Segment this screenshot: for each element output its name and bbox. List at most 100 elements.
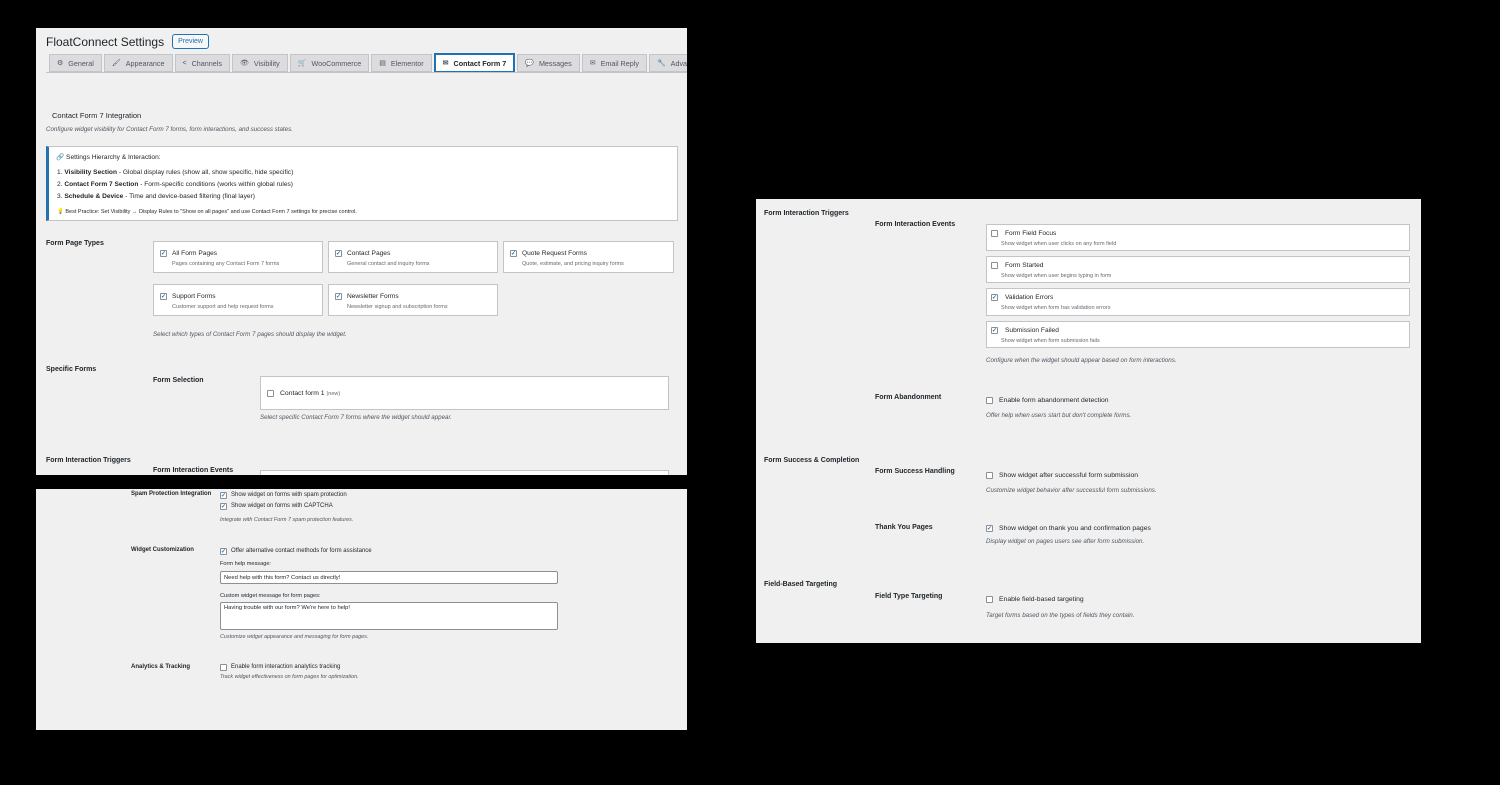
event-form-field-focus[interactable]: Form Field Focus Show widget when user c…	[986, 224, 1410, 251]
alternative-contact-label: Offer alternative contact methods for fo…	[231, 548, 372, 554]
option-all-form-pages[interactable]: ✓ All Form Pages Pages containing any Co…	[153, 241, 323, 273]
checkbox-abandonment[interactable]	[986, 397, 993, 404]
checkbox[interactable]: ✓	[160, 250, 167, 257]
tab-label: Email Reply	[600, 58, 639, 68]
checkbox[interactable]	[991, 230, 998, 237]
tab-label: Elementor	[390, 58, 424, 68]
tab-label: Channels	[191, 58, 222, 68]
checkbox-field-targeting[interactable]	[986, 596, 993, 603]
checkbox-captcha[interactable]: ✓	[220, 503, 227, 510]
tab-general[interactable]: ⚙ General	[49, 54, 102, 72]
tab-label: Messages	[538, 58, 572, 68]
option-title: Quote Request Forms	[522, 250, 587, 257]
tab-woocommerce[interactable]: 🛒 WooCommerce	[289, 54, 370, 72]
chat-icon: 💬	[525, 60, 534, 67]
brush-icon: 🖌	[111, 60, 121, 67]
tab-advanced[interactable]: 🔧 Advanced	[648, 54, 687, 72]
event-validation-errors[interactable]: ✓ Validation Errors Show widget when for…	[986, 288, 1410, 316]
option-title: Contact Pages	[347, 250, 391, 257]
option-desc: Customer support and help request forms	[172, 304, 274, 310]
checkbox-analytics[interactable]	[220, 664, 227, 671]
option-desc: Newsletter signup and subscription forms	[347, 304, 448, 310]
success-help: Customize widget behavior after successf…	[986, 487, 1157, 494]
checkbox-thank-you[interactable]: ✓	[986, 525, 993, 532]
hierarchy-item: 1. Visibility Section - Global display r…	[57, 169, 294, 176]
option-contact-pages[interactable]: ✓ Contact Pages General contact and inqu…	[328, 241, 498, 273]
form-success-handling-label: Form Success Handling	[875, 468, 955, 475]
option-desc: General contact and inquiry forms	[347, 261, 430, 267]
event-card-partial	[260, 470, 669, 475]
custom-widget-message-label: Custom widget message for form pages:	[220, 593, 321, 599]
form-interaction-triggers-label: Form Interaction Triggers	[46, 457, 131, 464]
customization-help: Customize widget appearance and messagin…	[220, 634, 369, 640]
hierarchy-item: 3. Schedule & Device - Time and device-b…	[57, 193, 255, 200]
section-title: Contact Form 7 Integration	[52, 111, 142, 120]
event-form-started[interactable]: Form Started Show widget when user begin…	[986, 256, 1410, 283]
elementor-icon: ▤	[379, 60, 386, 67]
spam-protection-label: Spam Protection Integration	[131, 491, 212, 497]
tab-visibility[interactable]: 👁 Visibility	[231, 54, 288, 72]
option-support-forms[interactable]: ✓ Support Forms Customer support and hel…	[153, 284, 323, 316]
section-description: Configure widget visibility for Contact …	[46, 126, 293, 133]
form-help-message-input[interactable]	[220, 571, 558, 584]
form-interaction-triggers-label: Form Interaction Triggers	[764, 210, 849, 217]
checkbox[interactable]: ✓	[510, 250, 517, 257]
form-page-types-label: Form Page Types	[46, 240, 104, 247]
thank-you-help: Display widget on pages users see after …	[986, 538, 1145, 545]
form-interaction-events-label: Form Interaction Events	[153, 467, 234, 474]
envelope-icon: ✉	[589, 60, 596, 67]
abandonment-help: Offer help when users start but don't co…	[986, 412, 1132, 419]
checkbox[interactable]: ✓	[335, 250, 342, 257]
best-practice-note: 💡 Best Practice: Set Visibility → Displa…	[57, 209, 357, 215]
abandonment-option-label: Enable form abandonment detection	[999, 397, 1109, 404]
tab-appearance[interactable]: 🖌 Appearance	[103, 54, 173, 72]
checkbox[interactable]: ✓	[991, 327, 998, 334]
hierarchy-title: 🔗 Settings Hierarchy & Interaction:	[56, 154, 161, 161]
field-targeting-help: Target forms based on the types of field…	[986, 612, 1135, 619]
tab-divider	[46, 72, 687, 73]
event-title: Submission Failed	[1005, 327, 1059, 334]
tab-channels[interactable]: < Channels	[174, 54, 230, 72]
preview-button[interactable]: Preview	[172, 34, 209, 49]
settings-tabs: ⚙ General 🖌 Appearance < Channels 👁 Visibili…	[49, 53, 687, 73]
tab-label: General	[68, 58, 94, 68]
event-title: Validation Errors	[1005, 294, 1054, 301]
checkbox[interactable]	[991, 262, 998, 269]
event-submission-failed[interactable]: ✓ Submission Failed Show widget when for…	[986, 321, 1410, 348]
form-help-message-label: Form help message:	[220, 561, 271, 567]
hierarchy-info-box: 🔗 Settings Hierarchy & Interaction: 1. V…	[46, 146, 678, 221]
event-title: Form Field Focus	[1005, 230, 1057, 237]
checkbox[interactable]: ✓	[991, 294, 998, 301]
tab-label: Appearance	[125, 58, 165, 68]
checkbox[interactable]: ✓	[160, 293, 167, 300]
form-abandonment-label: Form Abandonment	[875, 394, 942, 401]
tab-email-reply[interactable]: ✉ Email Reply	[581, 54, 647, 72]
event-desc: Show widget when user clicks on any form…	[1001, 241, 1117, 247]
custom-widget-message-textarea[interactable]: Having trouble with our form? We're here…	[220, 602, 558, 630]
events-help: Configure when the widget should appear …	[986, 357, 1177, 364]
tab-messages[interactable]: 💬 Messages	[517, 54, 580, 72]
checkbox-success[interactable]	[986, 472, 993, 479]
option-title: Support Forms	[172, 293, 216, 300]
checkbox[interactable]	[267, 390, 274, 397]
form-option-contact-form-1[interactable]: Contact form 1 (new)	[280, 390, 340, 397]
checkbox[interactable]: ✓	[335, 293, 342, 300]
option-quote-request-forms[interactable]: ✓ Quote Request Forms Quote, estimate, a…	[503, 241, 674, 273]
checkbox-spam-protection[interactable]: ✓	[220, 492, 227, 499]
thank-you-option-label: Show widget on thank you and confirmatio…	[999, 525, 1151, 532]
settings-panel-top: FloatConnect Settings Preview ⚙ General 🖌…	[36, 28, 687, 475]
field-type-targeting-label: Field Type Targeting	[875, 593, 943, 600]
envelope-icon: ✉	[442, 60, 449, 67]
option-newsletter-forms[interactable]: ✓ Newsletter Forms Newsletter signup and…	[328, 284, 498, 316]
checkbox-alternative-contact[interactable]: ✓	[220, 548, 227, 555]
tab-elementor[interactable]: ▤ Elementor	[371, 54, 432, 72]
settings-panel-bottom: Spam Protection Integration ✓ Show widge…	[36, 489, 687, 730]
tab-label: Contact Form 7	[453, 58, 507, 68]
tab-contact-form-7[interactable]: ✉ Contact Form 7	[433, 53, 516, 73]
widget-customization-label: Widget Customization	[131, 547, 194, 553]
form-success-completion-label: Form Success & Completion	[764, 457, 860, 464]
wrench-icon: 🔧	[656, 60, 666, 67]
cart-icon: 🛒	[297, 60, 307, 67]
analytics-tracking-label: Analytics & Tracking	[131, 664, 191, 670]
option-desc: Quote, estimate, and pricing inquiry for…	[522, 261, 624, 267]
